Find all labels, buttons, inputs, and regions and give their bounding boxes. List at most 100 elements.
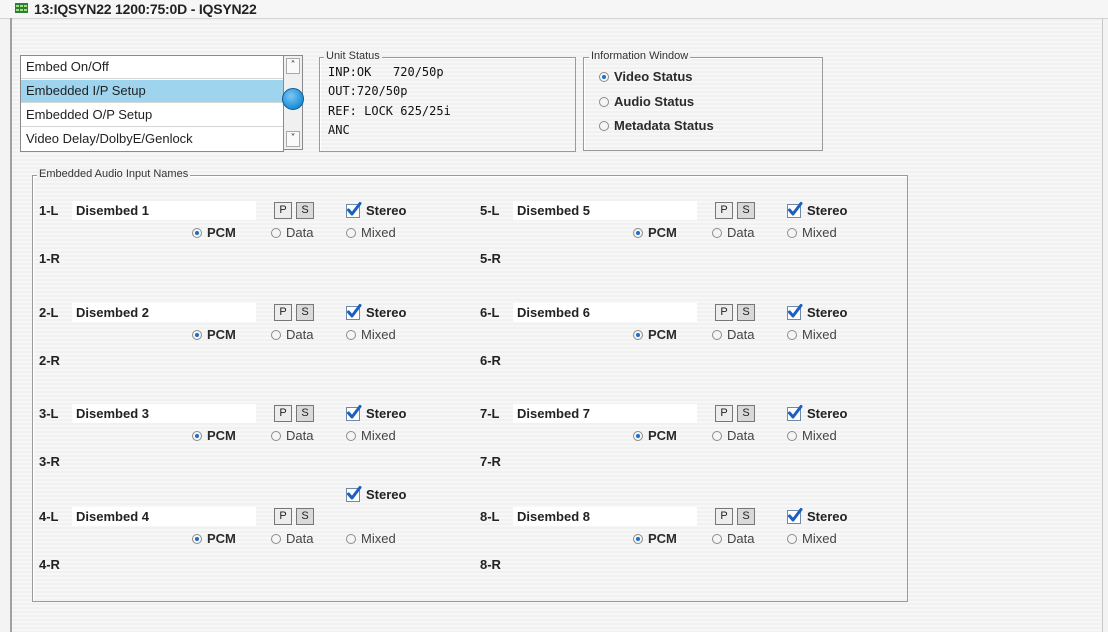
channel-2-p-button[interactable]: P [274, 304, 292, 321]
stereo-label: Stereo [366, 305, 407, 320]
radio-icon [271, 533, 281, 544]
channel-4-stereo-checkbox[interactable]: Stereo [346, 485, 406, 502]
channel-4-p-button[interactable]: P [274, 508, 292, 525]
channel-8-left-label: 8-L [480, 509, 500, 524]
channel-8-data-radio[interactable]: Data [712, 531, 754, 546]
channel-6-mixed-radio[interactable]: Mixed [787, 327, 837, 342]
channel-8-pcm-radio[interactable]: PCM [633, 531, 677, 546]
channel-5-pcm-radio[interactable]: PCM [633, 225, 677, 240]
channel-1-s-button[interactable]: S [296, 202, 314, 219]
channel-5-data-radio[interactable]: Data [712, 225, 754, 240]
channel-7-p-button[interactable]: P [715, 405, 733, 422]
channel-2-name-field[interactable]: Disembed 2 [72, 303, 256, 322]
channel-8-mixed-radio[interactable]: Mixed [787, 531, 837, 546]
channel-6-p-button[interactable]: P [715, 304, 733, 321]
checkmark-icon [787, 404, 803, 421]
data-label: Data [727, 428, 755, 443]
channel-6-s-button[interactable]: S [737, 304, 755, 321]
radio-icon [346, 430, 356, 441]
channel-4-name-field[interactable]: Disembed 4 [72, 507, 256, 526]
channel-6-stereo-checkbox[interactable]: Stereo [787, 303, 848, 320]
channel-4-data-radio[interactable]: Data [271, 531, 313, 546]
menu-item-embed-on-off[interactable]: Embed On/Off [21, 56, 283, 79]
channel-1-mixed-radio[interactable]: Mixed [346, 225, 396, 240]
channel-8-right-label: 8-R [480, 557, 501, 572]
stereo-label: Stereo [807, 509, 848, 524]
channel-3-pcm-radio[interactable]: PCM [192, 428, 236, 443]
stereo-label: Stereo [366, 203, 407, 218]
channel-2-pcm-radio[interactable]: PCM [192, 327, 236, 342]
channel-6-data-radio[interactable]: Data [712, 327, 754, 342]
channel-5-mixed-radio[interactable]: Mixed [787, 225, 837, 240]
channel-3-name-field[interactable]: Disembed 3 [72, 404, 256, 423]
menu-item-video-delay[interactable]: Video Delay/DolbyE/Genlock [21, 128, 283, 151]
data-label: Data [727, 327, 755, 342]
channel-1-stereo-checkbox[interactable]: Stereo [346, 201, 407, 218]
scroll-thumb[interactable] [282, 88, 304, 110]
metadata-status-radio[interactable]: Metadata Status [599, 118, 714, 133]
channel-2-stereo-checkbox[interactable]: Stereo [346, 303, 407, 320]
radio-icon [712, 430, 722, 441]
channel-4-pcm-radio[interactable]: PCM [192, 531, 236, 546]
data-label: Data [286, 428, 314, 443]
channel-3-p-button[interactable]: P [274, 405, 292, 422]
mixed-label: Mixed [802, 428, 837, 443]
channel-7-right-label: 7-R [480, 454, 501, 469]
checkmark-icon [787, 507, 803, 524]
radio-icon [633, 329, 643, 340]
channel-7-mixed-radio[interactable]: Mixed [787, 428, 837, 443]
channel-1-pcm-radio[interactable]: PCM [192, 225, 236, 240]
channel-2-s-button[interactable]: S [296, 304, 314, 321]
channel-7-pcm-radio[interactable]: PCM [633, 428, 677, 443]
menu-item-embedded-ip-setup[interactable]: Embedded I/P Setup [21, 80, 283, 103]
radio-icon [346, 329, 356, 340]
audio-status-radio[interactable]: Audio Status [599, 94, 694, 109]
scroll-up-button[interactable]: ˄ [286, 58, 300, 74]
channel-5-name-field[interactable]: Disembed 5 [513, 201, 697, 220]
menu-scrollbar[interactable]: ˄ ˅ [282, 55, 304, 150]
scroll-down-button[interactable]: ˅ [286, 131, 300, 147]
channel-5-s-button[interactable]: S [737, 202, 755, 219]
channel-3-stereo-checkbox[interactable]: Stereo [346, 404, 406, 421]
channel-1-name-field[interactable]: Disembed 1 [72, 201, 256, 220]
channel-1-p-button[interactable]: P [274, 202, 292, 219]
channel-2-data-radio[interactable]: Data [271, 327, 313, 342]
radio-icon [633, 430, 643, 441]
channel-3-mixed-radio[interactable]: Mixed [346, 428, 396, 443]
channel-3-data-radio[interactable]: Data [271, 428, 313, 443]
menu-list[interactable]: Embed On/Off Embedded I/P Setup Embedded… [20, 55, 284, 152]
channel-4-s-button[interactable]: S [296, 508, 314, 525]
embedded-audio-group [32, 175, 908, 602]
menu-item-embedded-op-setup[interactable]: Embedded O/P Setup [21, 104, 283, 127]
radio-icon [192, 533, 202, 544]
channel-2-mixed-radio[interactable]: Mixed [346, 327, 396, 342]
channel-3-right-label: 3-R [39, 454, 60, 469]
channel-6-pcm-radio[interactable]: PCM [633, 327, 677, 342]
channel-1-data-radio[interactable]: Data [271, 225, 313, 240]
mixed-label: Mixed [361, 428, 396, 443]
channel-7-s-button[interactable]: S [737, 405, 755, 422]
channel-8-p-button[interactable]: P [715, 508, 733, 525]
stereo-label: Stereo [807, 406, 848, 421]
channel-5-p-button[interactable]: P [715, 202, 733, 219]
channel-8-stereo-checkbox[interactable]: Stereo [787, 507, 848, 524]
channel-8-s-button[interactable]: S [737, 508, 755, 525]
channel-6-name-field[interactable]: Disembed 6 [513, 303, 697, 322]
channel-4-mixed-radio[interactable]: Mixed [346, 531, 396, 546]
channel-8-name-field[interactable]: Disembed 8 [513, 507, 697, 526]
video-status-radio[interactable]: Video Status [599, 69, 693, 84]
information-window-legend: Information Window [589, 50, 691, 62]
checkmark-icon [346, 303, 362, 320]
radio-icon [192, 329, 202, 340]
radio-icon [712, 227, 722, 238]
pcm-label: PCM [207, 531, 236, 546]
channel-5-stereo-checkbox[interactable]: Stereo [787, 201, 847, 218]
channel-7-data-radio[interactable]: Data [712, 428, 754, 443]
mixed-label: Mixed [802, 225, 837, 240]
radio-icon [192, 227, 202, 238]
channel-7-name-field[interactable]: Disembed 7 [513, 404, 697, 423]
channel-3-s-button[interactable]: S [296, 405, 314, 422]
channel-7-stereo-checkbox[interactable]: Stereo [787, 404, 848, 421]
mixed-label: Mixed [802, 327, 837, 342]
stereo-label: Stereo [807, 305, 848, 320]
